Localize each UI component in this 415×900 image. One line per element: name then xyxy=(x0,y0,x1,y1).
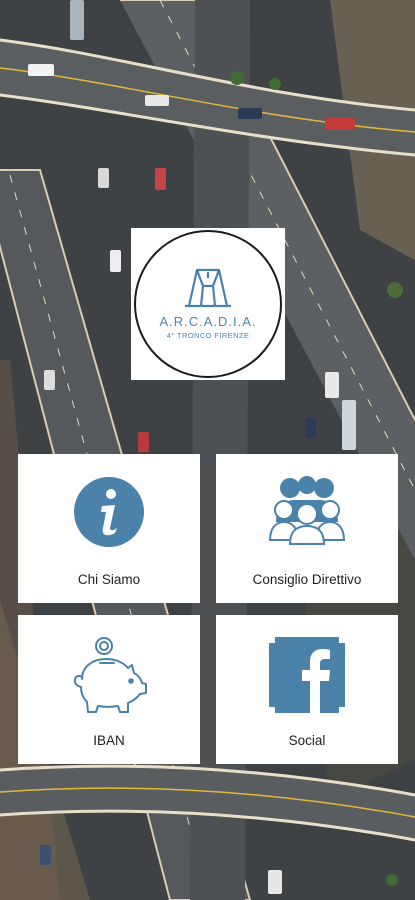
logo-title: A.R.C.A.D.I.A. xyxy=(159,314,257,329)
logo-subtitle: 4° TRONCO FIRENZE xyxy=(166,331,250,340)
road-bridge-icon xyxy=(185,268,231,308)
tile-label: IBAN xyxy=(93,733,125,748)
piggy-bank-icon xyxy=(73,637,147,713)
info-icon xyxy=(74,477,144,547)
tile-label: Social xyxy=(288,733,326,748)
arcadia-logo: A.R.C.A.D.I.A. 4° TRONCO FIRENZE xyxy=(131,228,285,380)
menu-tile-social[interactable]: Social xyxy=(216,615,398,764)
menu-tile-iban[interactable]: IBAN xyxy=(18,615,200,764)
facebook-icon xyxy=(269,637,345,713)
tile-label: Chi Siamo xyxy=(77,572,141,587)
menu-tile-chi-siamo[interactable]: Chi Siamo xyxy=(18,454,200,603)
background-highway-image xyxy=(0,0,415,900)
tile-label: Consiglio Direttivo xyxy=(252,572,362,587)
people-group-icon xyxy=(268,476,346,545)
menu-tile-consiglio-direttivo[interactable]: Consiglio Direttivo xyxy=(216,454,398,603)
